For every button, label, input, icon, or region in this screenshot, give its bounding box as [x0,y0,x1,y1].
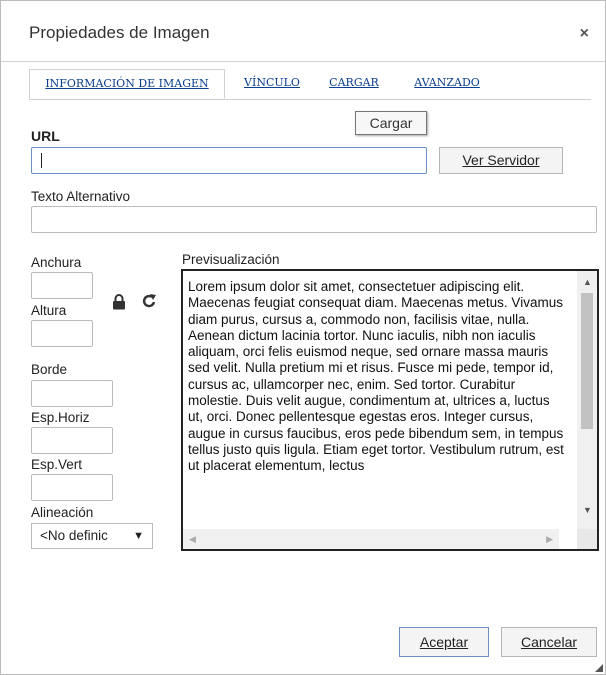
dropdown-arrow-icon: ▼ [133,530,144,542]
alt-text-input[interactable] [31,206,597,233]
close-icon[interactable]: × [580,25,589,43]
alt-text-label: Texto Alternativo [31,189,131,204]
alignment-select[interactable]: <No definic ▼ [31,523,153,549]
preview-text: Lorem ipsum dolor sit amet, consectetuer… [188,279,564,474]
hspace-label: Esp.Horiz [31,410,90,425]
border-label: Borde [31,362,68,377]
hspace-input[interactable] [31,427,113,454]
cancel-button[interactable]: Cancelar [501,627,597,657]
width-label: Anchura [31,255,82,270]
url-input[interactable] [31,147,427,174]
resize-grip-icon[interactable] [593,662,603,672]
scrollbar-corner [577,529,597,549]
upload-tooltip: Cargar [355,111,427,135]
tab-link[interactable]: VÍNCULO [231,69,313,99]
reset-size-icon[interactable] [142,293,157,309]
tab-advanced[interactable]: AVANZADO [395,69,499,99]
tab-upload[interactable]: CARGAR [319,69,389,99]
image-properties-dialog: Propiedades de Imagen × INFORMACIÓN DE I… [0,0,606,675]
tab-image-info[interactable]: INFORMACIÓN DE IMAGEN [29,69,225,99]
url-label: URL [31,128,60,144]
preview-horizontal-scrollbar[interactable]: ◀ ▶ [183,529,559,549]
vspace-input[interactable] [31,474,113,501]
browse-server-button[interactable]: Ver Servidor [439,147,563,174]
preview-label: Previsualización [182,252,280,267]
alignment-label: Alineación [31,505,94,520]
ok-button[interactable]: Aceptar [399,627,489,657]
preview-vertical-scrollbar[interactable]: ▲ ▼ [577,271,597,529]
preview-scroll-thumb[interactable] [581,293,593,429]
scroll-right-arrow-icon[interactable]: ▶ [546,534,553,545]
alignment-selected-value: <No definic [40,528,108,543]
scroll-left-arrow-icon[interactable]: ◀ [189,534,196,545]
height-input[interactable] [31,320,93,347]
preview-box[interactable]: Lorem ipsum dolor sit amet, consectetuer… [181,269,599,551]
tab-bar: INFORMACIÓN DE IMAGEN VÍNCULO CARGAR AVA… [29,69,591,100]
width-input[interactable] [31,272,93,299]
dialog-title: Propiedades de Imagen [29,23,210,42]
text-caret [41,153,42,168]
dialog-titlebar: Propiedades de Imagen × [1,1,605,62]
height-label: Altura [31,303,67,318]
lock-icon[interactable] [112,294,126,310]
scroll-down-arrow-icon[interactable]: ▼ [583,505,592,515]
vspace-label: Esp.Vert [31,457,83,472]
border-input[interactable] [31,380,113,407]
scroll-up-arrow-icon[interactable]: ▲ [583,277,592,287]
